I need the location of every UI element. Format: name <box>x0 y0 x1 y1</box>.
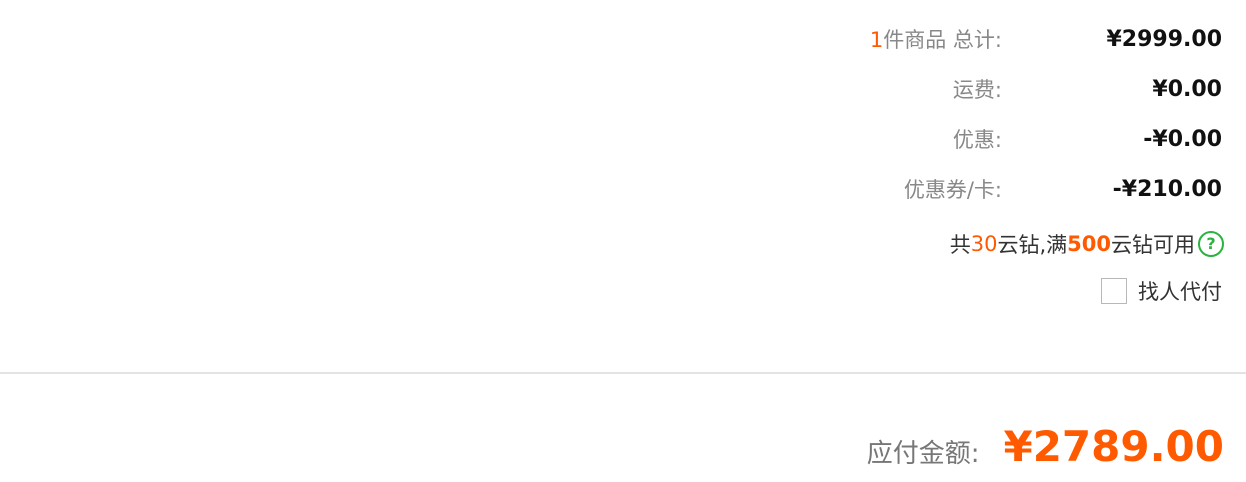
yunzuan-middle: 云钻,满 <box>997 233 1068 257</box>
total-label: 1件商品 总计: <box>870 24 1002 54</box>
yunzuan-info: 共 30 云钻,满 500 云钻可用 ? <box>950 226 1224 262</box>
discount-value: -¥0.00 <box>1143 126 1222 152</box>
coupon-label: 优惠券/卡: <box>903 178 1002 202</box>
coupon-value: -¥210.00 <box>1112 176 1222 202</box>
total-label-text: 件商品 总计: <box>883 28 1002 52</box>
item-count: 1 <box>869 28 884 52</box>
proxy-pay-label[interactable]: 找人代付 <box>1138 276 1222 306</box>
proxy-pay-option[interactable]: 找人代付 <box>1101 273 1222 309</box>
yunzuan-threshold: 500 <box>1067 232 1111 256</box>
shipping-row: 运费: ¥0.00 <box>953 71 1222 107</box>
discount-label: 优惠: <box>952 128 1002 152</box>
total-value: ¥2999.00 <box>1106 26 1222 52</box>
proxy-pay-checkbox[interactable] <box>1101 278 1127 304</box>
coupon-row: 优惠券/卡: -¥210.00 <box>904 171 1222 207</box>
total-row: 1件商品 总计: ¥2999.00 <box>870 21 1222 57</box>
divider <box>0 372 1246 374</box>
yunzuan-prefix: 共 <box>949 233 971 257</box>
discount-row: 优惠: -¥0.00 <box>953 121 1222 157</box>
yunzuan-suffix: 云钻可用 <box>1111 233 1195 257</box>
shipping-label: 运费: <box>952 78 1002 102</box>
payable-total: 应付金额: ¥2789.00 <box>867 418 1224 474</box>
yunzuan-balance: 30 <box>970 232 998 256</box>
shipping-value: ¥0.00 <box>1152 76 1222 102</box>
help-icon[interactable]: ? <box>1198 231 1224 257</box>
payable-label: 应付金额: <box>866 438 980 469</box>
payable-amount: ¥2789.00 <box>1003 421 1224 471</box>
